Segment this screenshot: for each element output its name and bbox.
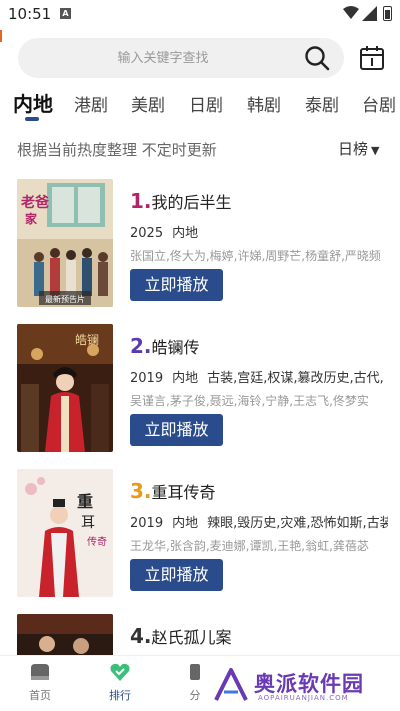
tab-taiwan[interactable]: 台剧 [362,91,396,116]
item-title[interactable]: 3.重耳传奇 [130,479,216,503]
play-button[interactable]: 立即播放 [130,414,223,446]
item-year: 2019 [130,516,164,531]
item-name: 我的后半生 [151,193,232,212]
status-time: 10:51 [8,5,52,23]
tab-thailand[interactable]: 泰剧 [305,91,339,116]
item-year: 2025 [130,226,164,241]
tab-us[interactable]: 美剧 [131,91,165,116]
rank-number: 2. [130,334,152,358]
calendar-icon[interactable] [359,45,385,71]
status-bar: 10:51 A [0,0,400,28]
wifi-icon [343,6,359,19]
poster-image[interactable]: 老爸 家 最新预告片 [17,179,113,307]
rank-period-select[interactable]: 日榜 ▼ [338,138,379,159]
item-meta: 2019 内地 古装,宫廷,权谋,篡改历史,古代, [130,367,388,386]
heart-ranking-icon [110,663,130,681]
poster-image[interactable]: 皓镧 [17,324,113,452]
item-title[interactable]: 4.赵氏孤儿案 [130,624,232,648]
edge-marker [0,30,2,42]
item-title[interactable]: 2.皓镧传 [130,334,200,358]
item-meta: 2019 内地 辣眼,毁历史,灾难,恐怖如斯,古装 [130,512,388,531]
list-item[interactable]: 4.赵氏孤儿案 [0,614,400,655]
item-cast: 张国立,佟大为,梅婷,许娣,周野芒,杨童舒,严晓频 [130,249,381,263]
list-item[interactable]: 老爸 家 最新预告片 1.我的后半生 2025 内地 张国立,佟大为,梅婷,许娣,… [0,179,400,314]
poster-image[interactable] [17,614,113,655]
category-tabs: 内地 港剧 美剧 日剧 韩剧 泰剧 台剧 [0,88,400,120]
tab-mainland[interactable]: 内地 [13,88,53,117]
item-region: 内地 [172,516,199,531]
nav-home-label: 首页 [29,689,51,702]
item-year: 2019 [130,371,164,386]
rank-number: 4. [130,624,152,648]
list-item[interactable]: 皓镧 2.皓镧传 2019 内地 古装,宫廷,权谋,篡改历史,古代, 吴谨言,茅子俊… [0,324,400,459]
watermark-logo: 奥派软件园 AOPAIRUANJIAN.COM [212,664,400,706]
category-icon [190,664,200,680]
item-genres: 辣眼,毁历史,灾难,恐怖如斯,古装 [207,516,388,531]
item-cast: 王龙华,张含韵,麦迪娜,谭凯,王艳,翁虹,龚蓓苾 [130,539,369,553]
notification-icon: A [60,8,71,19]
svg-text:皓镧: 皓镧 [75,332,99,347]
home-icon [31,664,49,680]
svg-text:老爸: 老爸 [21,194,49,211]
logo-icon [214,668,248,701]
svg-text:重: 重 [77,492,93,511]
item-title[interactable]: 1.我的后半生 [130,189,232,213]
tab-indicator [25,117,39,121]
svg-text:传奇: 传奇 [87,535,107,548]
nav-home[interactable]: 首页 [15,662,65,703]
item-name: 重耳传奇 [151,483,216,502]
play-button[interactable]: 立即播放 [130,269,223,301]
play-button[interactable]: 立即播放 [130,559,223,591]
svg-text:耳: 耳 [81,515,95,531]
poster-overlay-text: 最新预告片 [45,294,85,304]
item-meta: 2025 内地 [130,222,388,241]
rank-number: 1. [130,189,152,213]
item-name: 赵氏孤儿案 [151,628,232,647]
update-note: 根据当前热度整理 不定时更新 [17,141,217,159]
item-cast: 吴谨言,茅子俊,聂远,海铃,宁静,王志飞,佟梦实 [130,394,369,408]
signal-icon [362,6,377,21]
rank-number: 3. [130,479,152,503]
rank-period-value: 日榜 [338,140,369,158]
item-genres: 古装,宫廷,权谋,篡改历史,古代, [207,371,384,386]
poster-image[interactable]: 重 耳 传奇 [17,469,113,597]
item-region: 内地 [172,226,199,241]
caret-down-icon: ▼ [371,144,380,157]
search-bar[interactable] [18,38,344,78]
tab-hongkong[interactable]: 港剧 [74,91,108,116]
list-item[interactable]: 重 耳 传奇 3.重耳传奇 2019 内地 辣眼,毁历史,灾难,恐怖如斯,古装 王龙… [0,469,400,604]
nav-ranking[interactable]: 排行 [95,662,145,703]
tab-japan[interactable]: 日剧 [189,91,223,116]
tab-korea[interactable]: 韩剧 [247,91,281,116]
watermark-subtext: AOPAIRUANJIAN.COM [258,694,349,702]
nav-ranking-label: 排行 [109,689,131,702]
search-input[interactable] [18,38,308,78]
svg-text:家: 家 [25,211,38,226]
item-name: 皓镧传 [151,338,200,357]
item-region: 内地 [172,371,199,386]
battery-icon [383,6,392,21]
search-icon[interactable] [304,45,330,71]
